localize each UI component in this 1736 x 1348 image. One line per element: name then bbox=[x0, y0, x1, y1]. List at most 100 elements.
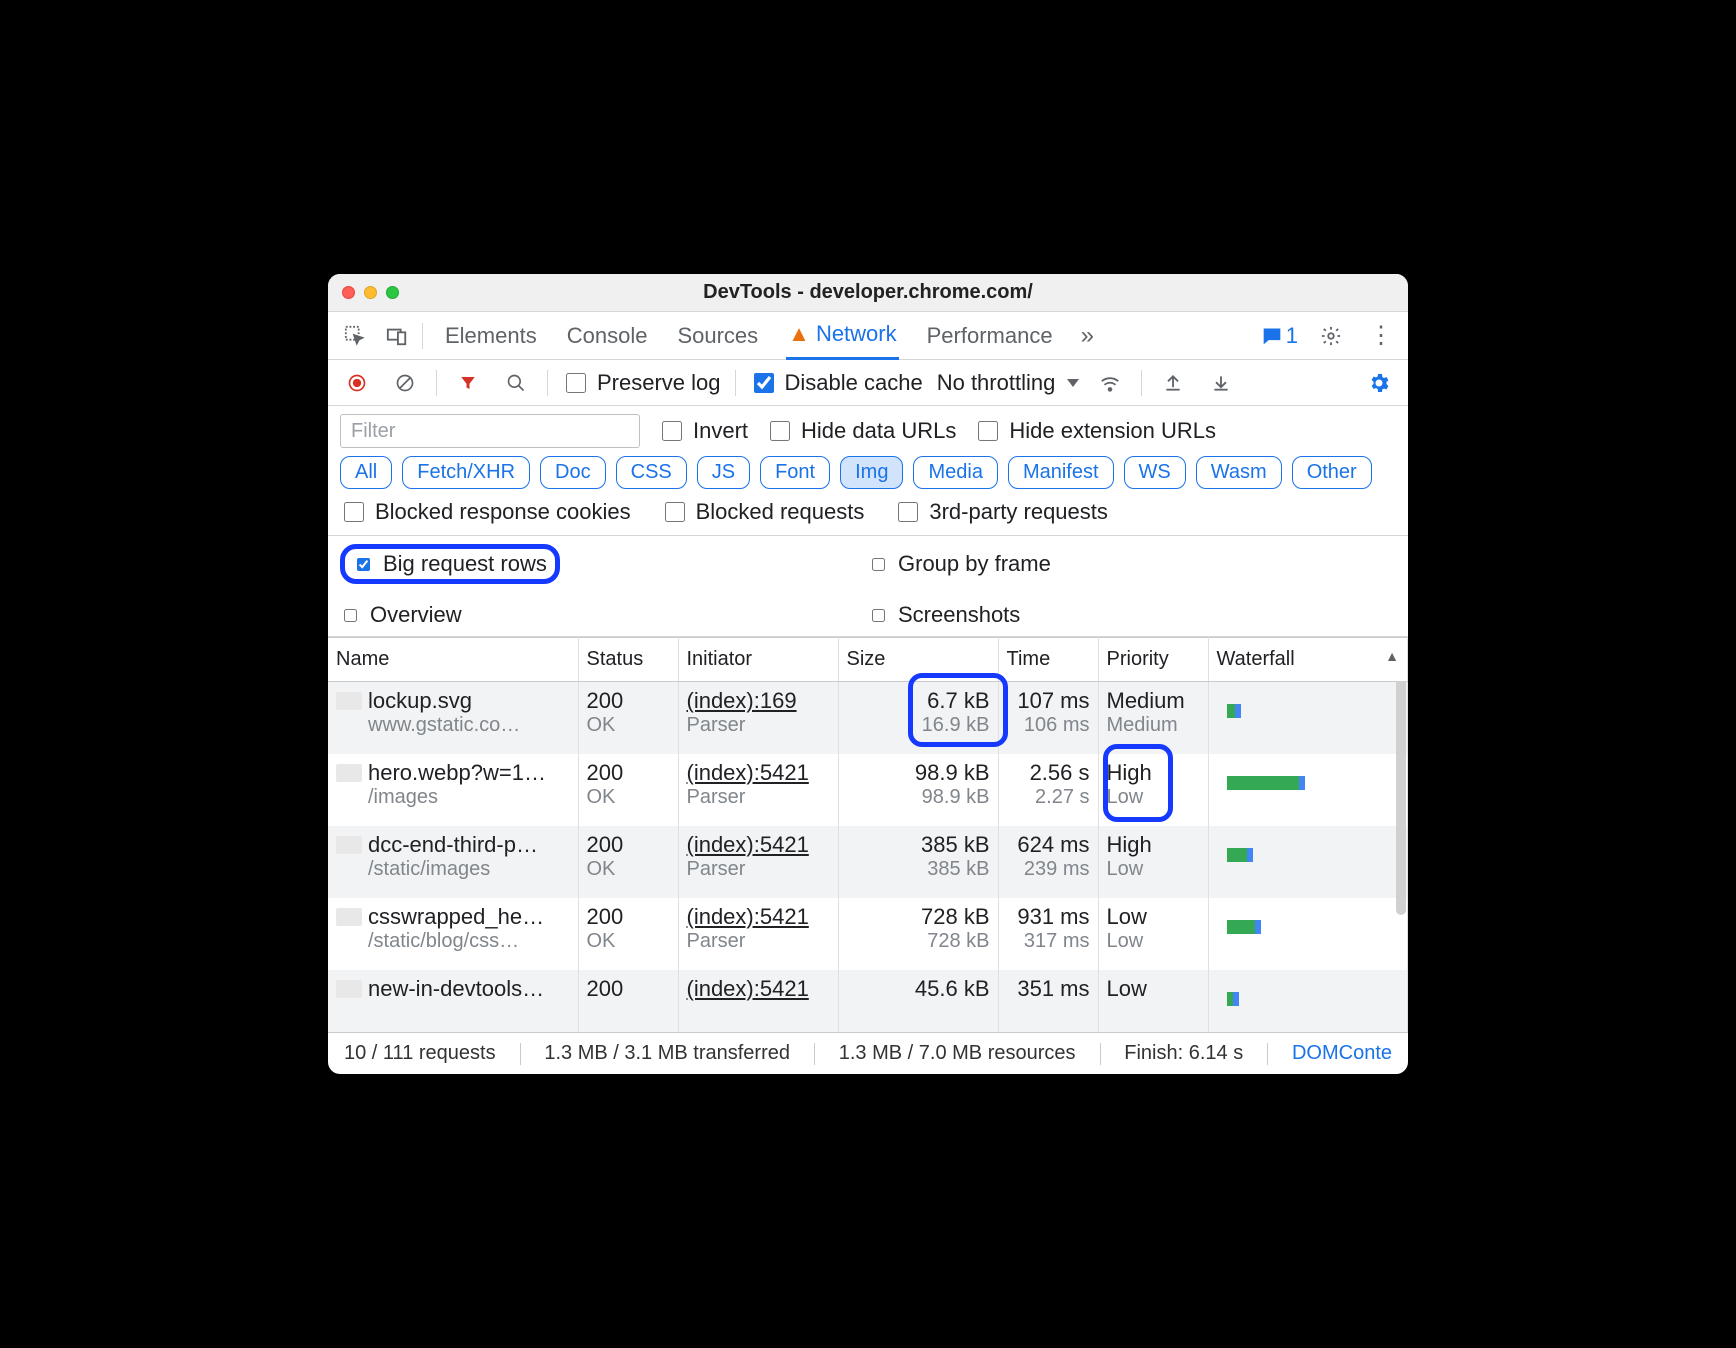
big-request-rows-checkbox[interactable] bbox=[357, 558, 370, 571]
vertical-scrollbar[interactable] bbox=[1396, 675, 1406, 915]
window-zoom-button[interactable] bbox=[386, 286, 399, 299]
col-name[interactable]: Name bbox=[328, 638, 578, 682]
blocked-filters-row: Blocked response cookies Blocked request… bbox=[328, 499, 1408, 536]
request-priority-initial: Low bbox=[1107, 786, 1200, 809]
window-minimize-button[interactable] bbox=[364, 286, 377, 299]
table-row[interactable]: new-in-devtools…200(index):542145.6 kB35… bbox=[328, 970, 1408, 1033]
record-button-icon[interactable] bbox=[340, 366, 374, 400]
more-tabs-chevron-icon[interactable]: » bbox=[1081, 322, 1094, 350]
file-thumb-icon bbox=[336, 692, 362, 710]
request-size-uncompressed: 16.9 kB bbox=[847, 714, 990, 737]
type-pill-all[interactable]: All bbox=[340, 456, 392, 489]
filter-input[interactable]: Filter bbox=[340, 414, 640, 448]
group-by-frame-label: Group by frame bbox=[898, 551, 1051, 577]
request-initiator[interactable]: (index):5421 bbox=[687, 904, 830, 930]
file-thumb-icon bbox=[336, 836, 362, 854]
request-initiator[interactable]: (index):169 bbox=[687, 688, 830, 714]
clear-icon[interactable] bbox=[388, 366, 422, 400]
request-status-text: OK bbox=[587, 930, 670, 953]
table-row[interactable]: lockup.svgwww.gstatic.co…200OK(index):16… bbox=[328, 682, 1408, 754]
request-time: 351 ms bbox=[1007, 976, 1090, 1002]
tab-console[interactable]: Console bbox=[565, 313, 650, 359]
request-size: 728 kB bbox=[847, 904, 990, 930]
request-time: 2.56 s bbox=[1007, 760, 1090, 786]
type-pill-manifest[interactable]: Manifest bbox=[1008, 456, 1114, 489]
request-latency: 317 ms bbox=[1007, 930, 1090, 953]
col-size[interactable]: Size bbox=[838, 638, 998, 682]
status-transferred: 1.3 MB / 3.1 MB transferred bbox=[544, 1042, 790, 1065]
request-initiator[interactable]: (index):5421 bbox=[687, 832, 830, 858]
tab-elements[interactable]: Elements bbox=[443, 313, 539, 359]
table-row[interactable]: dcc-end-third-p…/static/images200OK(inde… bbox=[328, 826, 1408, 898]
overview-label: Overview bbox=[370, 602, 462, 628]
file-thumb-icon bbox=[336, 980, 362, 998]
window-close-button[interactable] bbox=[342, 286, 355, 299]
network-conditions-icon[interactable] bbox=[1093, 366, 1127, 400]
request-path: /static/images bbox=[368, 858, 538, 881]
type-pill-img[interactable]: Img bbox=[840, 456, 903, 489]
request-priority-initial: Low bbox=[1107, 930, 1200, 953]
hide-extension-urls-checkbox[interactable]: Hide extension URLs bbox=[974, 418, 1216, 444]
col-priority[interactable]: Priority bbox=[1098, 638, 1208, 682]
col-status[interactable]: Status bbox=[578, 638, 678, 682]
group-by-frame-checkbox[interactable]: Group by frame bbox=[868, 544, 1396, 584]
request-initiator-type: Parser bbox=[687, 858, 830, 881]
col-waterfall[interactable]: Waterfall bbox=[1208, 638, 1408, 682]
throttling-select[interactable]: No throttling bbox=[937, 370, 1080, 396]
traffic-lights bbox=[328, 286, 399, 299]
search-icon[interactable] bbox=[499, 366, 533, 400]
download-har-icon[interactable] bbox=[1204, 366, 1238, 400]
request-initiator[interactable]: (index):5421 bbox=[687, 976, 830, 1002]
preserve-log-label: Preserve log bbox=[597, 370, 721, 396]
settings-gear-icon[interactable] bbox=[1314, 319, 1348, 353]
type-pill-doc[interactable]: Doc bbox=[540, 456, 606, 489]
type-pill-fetchxhr[interactable]: Fetch/XHR bbox=[402, 456, 530, 489]
network-settings-gear-icon[interactable] bbox=[1362, 366, 1396, 400]
overview-checkbox[interactable]: Overview bbox=[340, 602, 868, 628]
third-party-requests-checkbox[interactable]: 3rd-party requests bbox=[894, 499, 1108, 525]
hide-data-urls-checkbox[interactable]: Hide data URLs bbox=[766, 418, 956, 444]
type-pill-media[interactable]: Media bbox=[913, 456, 997, 489]
filter-icon[interactable] bbox=[451, 366, 485, 400]
big-request-rows-label: Big request rows bbox=[383, 551, 547, 577]
type-pill-font[interactable]: Font bbox=[760, 456, 830, 489]
caret-down-icon bbox=[1067, 379, 1079, 387]
tab-network[interactable]: ▲ Network bbox=[786, 311, 898, 360]
col-initiator[interactable]: Initiator bbox=[678, 638, 838, 682]
request-status: 200 bbox=[587, 976, 670, 1002]
request-initiator[interactable]: (index):5421 bbox=[687, 760, 830, 786]
request-path: /images bbox=[368, 786, 546, 809]
type-pill-wasm[interactable]: Wasm bbox=[1196, 456, 1282, 489]
request-initiator-type: Parser bbox=[687, 786, 830, 809]
type-pill-ws[interactable]: WS bbox=[1124, 456, 1186, 489]
table-row[interactable]: hero.webp?w=1…/images200OK(index):5421Pa… bbox=[328, 754, 1408, 826]
preserve-log-checkbox[interactable]: Preserve log bbox=[562, 370, 721, 396]
invert-checkbox[interactable]: Invert bbox=[658, 418, 748, 444]
type-pill-css[interactable]: CSS bbox=[616, 456, 687, 489]
invert-label: Invert bbox=[693, 418, 748, 444]
window-title: DevTools - developer.chrome.com/ bbox=[703, 281, 1033, 304]
request-status-text: OK bbox=[587, 714, 670, 737]
network-toolbar: Preserve log Disable cache No throttling bbox=[328, 360, 1408, 406]
blocked-requests-checkbox[interactable]: Blocked requests bbox=[661, 499, 865, 525]
kebab-menu-icon[interactable]: ⋮ bbox=[1364, 319, 1398, 353]
view-options: Big request rows Group by frame Overview… bbox=[328, 536, 1408, 637]
blocked-response-cookies-checkbox[interactable]: Blocked response cookies bbox=[340, 499, 631, 525]
issues-button[interactable]: 1 bbox=[1262, 323, 1298, 349]
tab-performance[interactable]: Performance bbox=[925, 313, 1055, 359]
request-initiator-type: Parser bbox=[687, 714, 830, 737]
request-path: www.gstatic.co… bbox=[368, 714, 520, 737]
upload-har-icon[interactable] bbox=[1156, 366, 1190, 400]
tab-sources[interactable]: Sources bbox=[675, 313, 760, 359]
col-time[interactable]: Time bbox=[998, 638, 1098, 682]
screenshots-checkbox[interactable]: Screenshots bbox=[868, 602, 1396, 628]
type-pill-js[interactable]: JS bbox=[697, 456, 750, 489]
type-pill-other[interactable]: Other bbox=[1292, 456, 1372, 489]
request-priority-initial: Medium bbox=[1107, 714, 1200, 737]
disable-cache-label: Disable cache bbox=[785, 370, 923, 396]
device-toolbar-icon[interactable] bbox=[380, 319, 414, 353]
inspect-element-icon[interactable] bbox=[338, 319, 372, 353]
table-row[interactable]: csswrapped_he…/static/blog/css…200OK(ind… bbox=[328, 898, 1408, 970]
disable-cache-checkbox[interactable]: Disable cache bbox=[750, 370, 923, 396]
devtools-window: DevTools - developer.chrome.com/ Element… bbox=[328, 274, 1408, 1074]
